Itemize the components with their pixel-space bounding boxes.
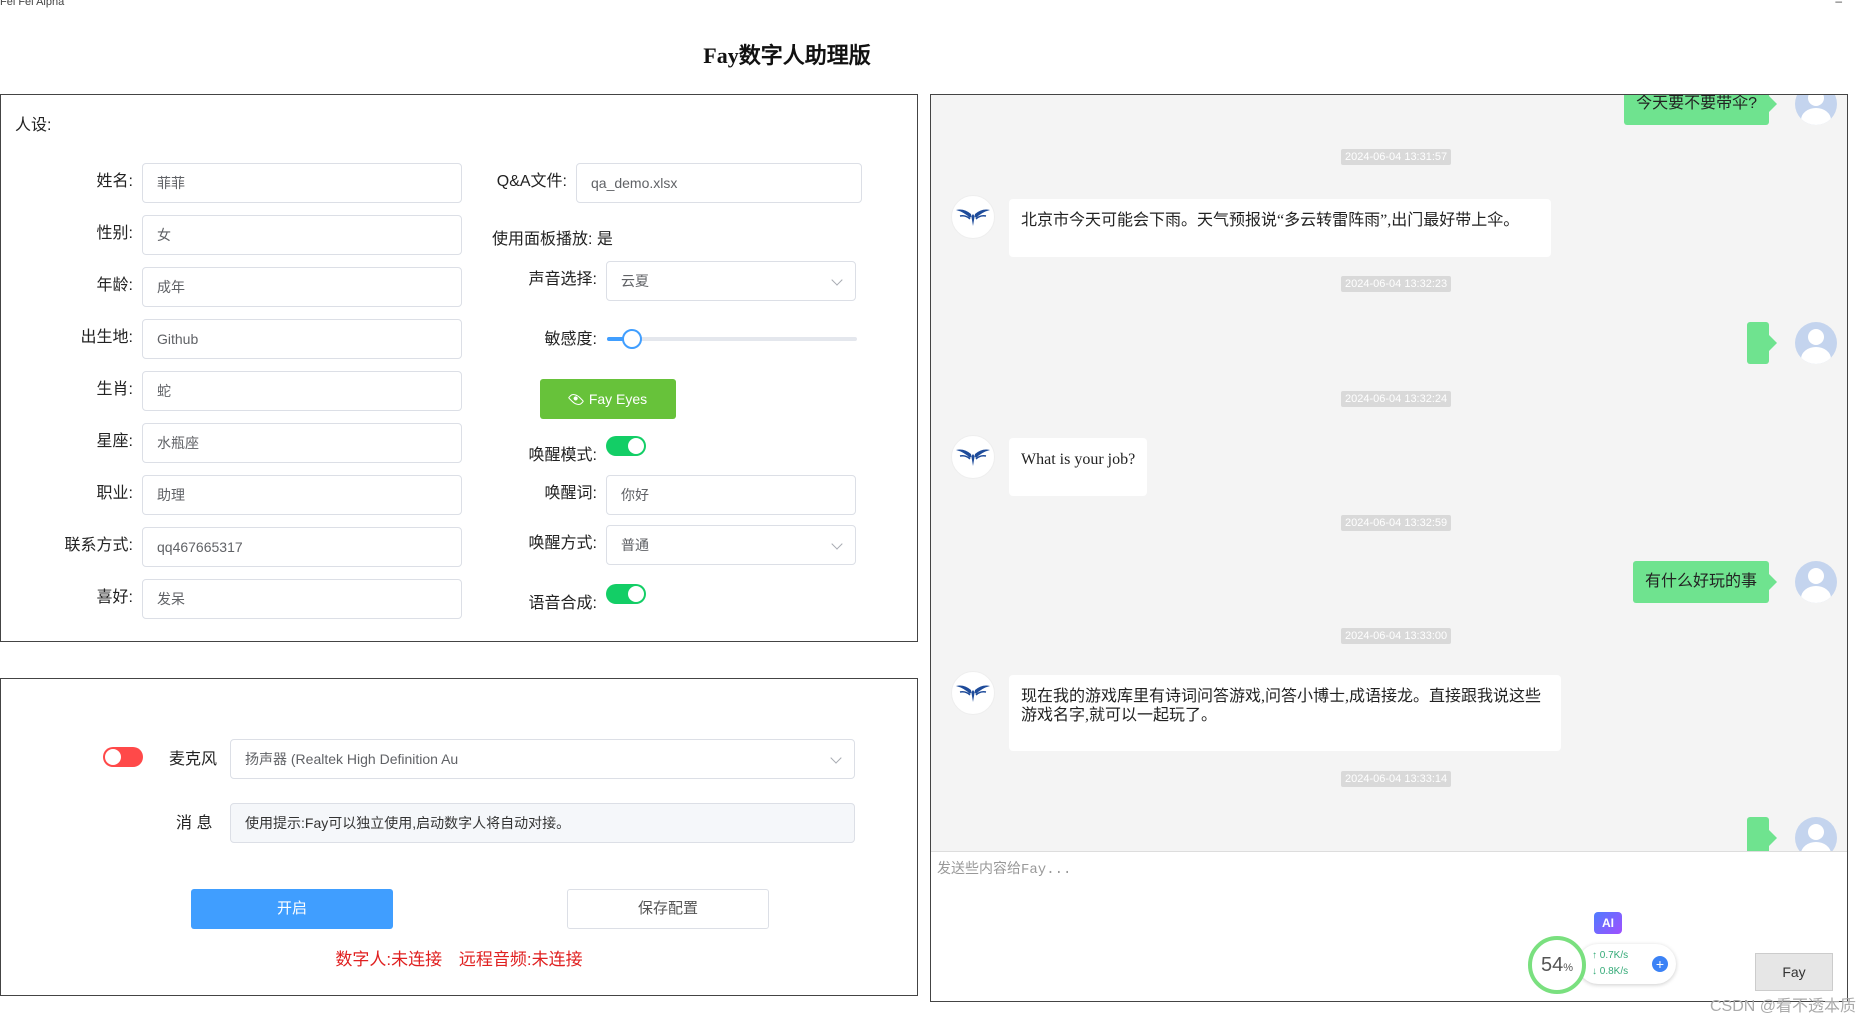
page-title: Fay数字人助理版 bbox=[703, 43, 871, 68]
chat-history[interactable]: 今天要不要带伞? 2024-06-04 13:31:57 北京市今天可能会下雨。… bbox=[931, 95, 1847, 851]
job-input[interactable]: 助理 bbox=[142, 475, 462, 515]
remote-audio-status: 远程音频:未连接 bbox=[458, 950, 583, 969]
wake-mode-label: 唤醒模式: bbox=[528, 447, 597, 464]
gender-label: 性别: bbox=[96, 225, 133, 242]
birthplace-label: 出生地: bbox=[80, 329, 133, 346]
chat-input-placeholder: 发送些内容给Fay... bbox=[937, 862, 1072, 878]
bot-avatar bbox=[951, 195, 995, 239]
hobby-label: 喜好: bbox=[96, 589, 133, 606]
contact-input[interactable]: qq467665317 bbox=[142, 527, 462, 567]
constellation-label: 星座: bbox=[96, 433, 133, 450]
message-timestamp: 2024-06-04 13:32:59 bbox=[1341, 515, 1452, 531]
name-label: 姓名: bbox=[96, 173, 133, 190]
sensitivity-label: 敏感度: bbox=[544, 331, 597, 348]
user-avatar bbox=[1795, 322, 1837, 364]
hobby-input[interactable]: 发呆 bbox=[142, 579, 462, 619]
wake-method-select[interactable]: 普通 bbox=[606, 525, 856, 565]
zodiac-input[interactable]: 蛇 bbox=[142, 371, 462, 411]
microphone-switch[interactable] bbox=[103, 747, 143, 767]
bot-avatar bbox=[951, 671, 995, 715]
chat-input[interactable]: 发送些内容给Fay... Fay bbox=[931, 851, 1847, 1001]
message-timestamp: 2024-06-04 13:31:57 bbox=[1341, 149, 1452, 165]
wake-method-label: 唤醒方式: bbox=[528, 535, 597, 552]
message-timestamp: 2024-06-04 13:32:24 bbox=[1341, 391, 1452, 407]
upload-speed: ↑ 0.7K/s bbox=[1592, 950, 1629, 961]
bot-message-bubble: 北京市今天可能会下雨。天气预报说“多云转雷阵雨”,出门最好带上伞。 bbox=[1009, 199, 1551, 257]
save-config-button[interactable]: 保存配置 bbox=[567, 889, 769, 929]
voice-label: 声音选择: bbox=[528, 271, 597, 288]
watermark: CSDN @看不透本质 bbox=[1709, 998, 1856, 1015]
tts-label: 语音合成: bbox=[528, 595, 597, 612]
plus-icon[interactable]: + bbox=[1652, 956, 1668, 972]
user-message-bubble: 有什么好玩的事 bbox=[1632, 561, 1778, 603]
microphone-device-select[interactable]: 扬声器 (Realtek High Definition Au bbox=[230, 739, 855, 779]
qa-file-label: Q&A文件: bbox=[496, 173, 567, 190]
fay-logo-icon bbox=[956, 449, 990, 466]
sensitivity-slider-handle[interactable] bbox=[622, 329, 642, 349]
digital-human-status: 数字人:未连接 bbox=[335, 950, 443, 969]
control-panel: 麦克风 扬声器 (Realtek High Definition Au 消 息 … bbox=[0, 678, 918, 996]
microphone-label: 麦克风 bbox=[169, 751, 218, 768]
zodiac-label: 生肖: bbox=[96, 381, 133, 398]
cpu-usage-unit: % bbox=[1563, 962, 1574, 974]
sensitivity-slider[interactable] bbox=[607, 329, 857, 349]
message-timestamp: 2024-06-04 13:33:00 bbox=[1341, 628, 1452, 644]
wake-mode-switch[interactable] bbox=[606, 436, 646, 456]
send-button[interactable]: Fay bbox=[1755, 953, 1833, 991]
chat-panel: 今天要不要带伞? 2024-06-04 13:31:57 北京市今天可能会下雨。… bbox=[930, 94, 1848, 1002]
fay-logo-icon bbox=[956, 685, 990, 702]
user-message-bubble bbox=[1747, 817, 1777, 851]
fay-eyes-button[interactable]: Fay Eyes bbox=[540, 379, 676, 419]
persona-panel: 人设: 姓名: 菲菲 性别: 女 年龄: 成年 出生地: Github 生肖: … bbox=[0, 94, 918, 642]
cpu-usage-value: 54 bbox=[1540, 954, 1564, 976]
user-message-bubble: 今天要不要带伞? bbox=[1624, 95, 1777, 125]
birthplace-input[interactable]: Github bbox=[142, 319, 462, 359]
age-label: 年龄: bbox=[96, 277, 133, 294]
connection-status: 数字人:未连接 远程音频:未连接 bbox=[1, 945, 917, 970]
wake-word-input[interactable]: 你好 bbox=[606, 475, 856, 515]
bot-message-bubble: 现在我的游戏库里有诗词问答游戏,问答小博士,成语接龙。直接跟我说这些游戏名字,就… bbox=[1009, 675, 1561, 751]
user-avatar bbox=[1795, 817, 1837, 851]
fay-eyes-label: Fay Eyes bbox=[588, 391, 648, 407]
message-display: 使用提示:Fay可以独立使用,启动数字人将自动对接。 bbox=[230, 803, 855, 843]
bot-avatar bbox=[951, 435, 995, 479]
persona-section-label: 人设: bbox=[15, 117, 52, 134]
contact-label: 联系方式: bbox=[64, 537, 133, 554]
window-title: Fei Fei Alpha bbox=[0, 0, 65, 8]
start-button[interactable]: 开启 bbox=[191, 889, 393, 929]
fay-logo-icon bbox=[956, 209, 990, 226]
bot-message-bubble: What is your job? bbox=[1009, 438, 1148, 496]
eye-icon bbox=[567, 390, 584, 408]
tts-switch-knob bbox=[628, 586, 644, 602]
voice-select[interactable]: 云夏 bbox=[606, 261, 856, 301]
user-avatar bbox=[1795, 561, 1837, 603]
constellation-input[interactable]: 水瓶座 bbox=[142, 423, 462, 463]
network-speed-widget[interactable]: ↑ 0.7K/s ↓ 0.8K/s + bbox=[1578, 944, 1676, 984]
user-message-bubble bbox=[1747, 322, 1777, 364]
message-timestamp: 2024-06-04 13:33:14 bbox=[1341, 771, 1452, 787]
age-input[interactable]: 成年 bbox=[142, 267, 462, 307]
user-avatar bbox=[1795, 95, 1837, 125]
download-speed: ↓ 0.8K/s bbox=[1592, 966, 1629, 977]
panel-play-text: 使用面板播放: 是 bbox=[492, 231, 613, 248]
tts-switch[interactable] bbox=[606, 584, 646, 604]
message-label: 消 息 bbox=[176, 815, 213, 832]
gender-input[interactable]: 女 bbox=[142, 215, 462, 255]
wake-word-label: 唤醒词: bbox=[544, 485, 597, 502]
job-label: 职业: bbox=[96, 485, 133, 502]
minimize-icon[interactable]: – bbox=[1835, 0, 1842, 8]
name-input[interactable]: 菲菲 bbox=[142, 163, 462, 203]
message-timestamp: 2024-06-04 13:32:23 bbox=[1341, 276, 1452, 292]
qa-file-input[interactable]: qa_demo.xlsx bbox=[576, 163, 862, 203]
cpu-usage-widget[interactable]: 54% bbox=[1528, 936, 1586, 994]
microphone-switch-knob bbox=[105, 749, 121, 765]
ai-badge[interactable]: AI bbox=[1594, 912, 1622, 934]
wake-mode-switch-knob bbox=[628, 438, 644, 454]
